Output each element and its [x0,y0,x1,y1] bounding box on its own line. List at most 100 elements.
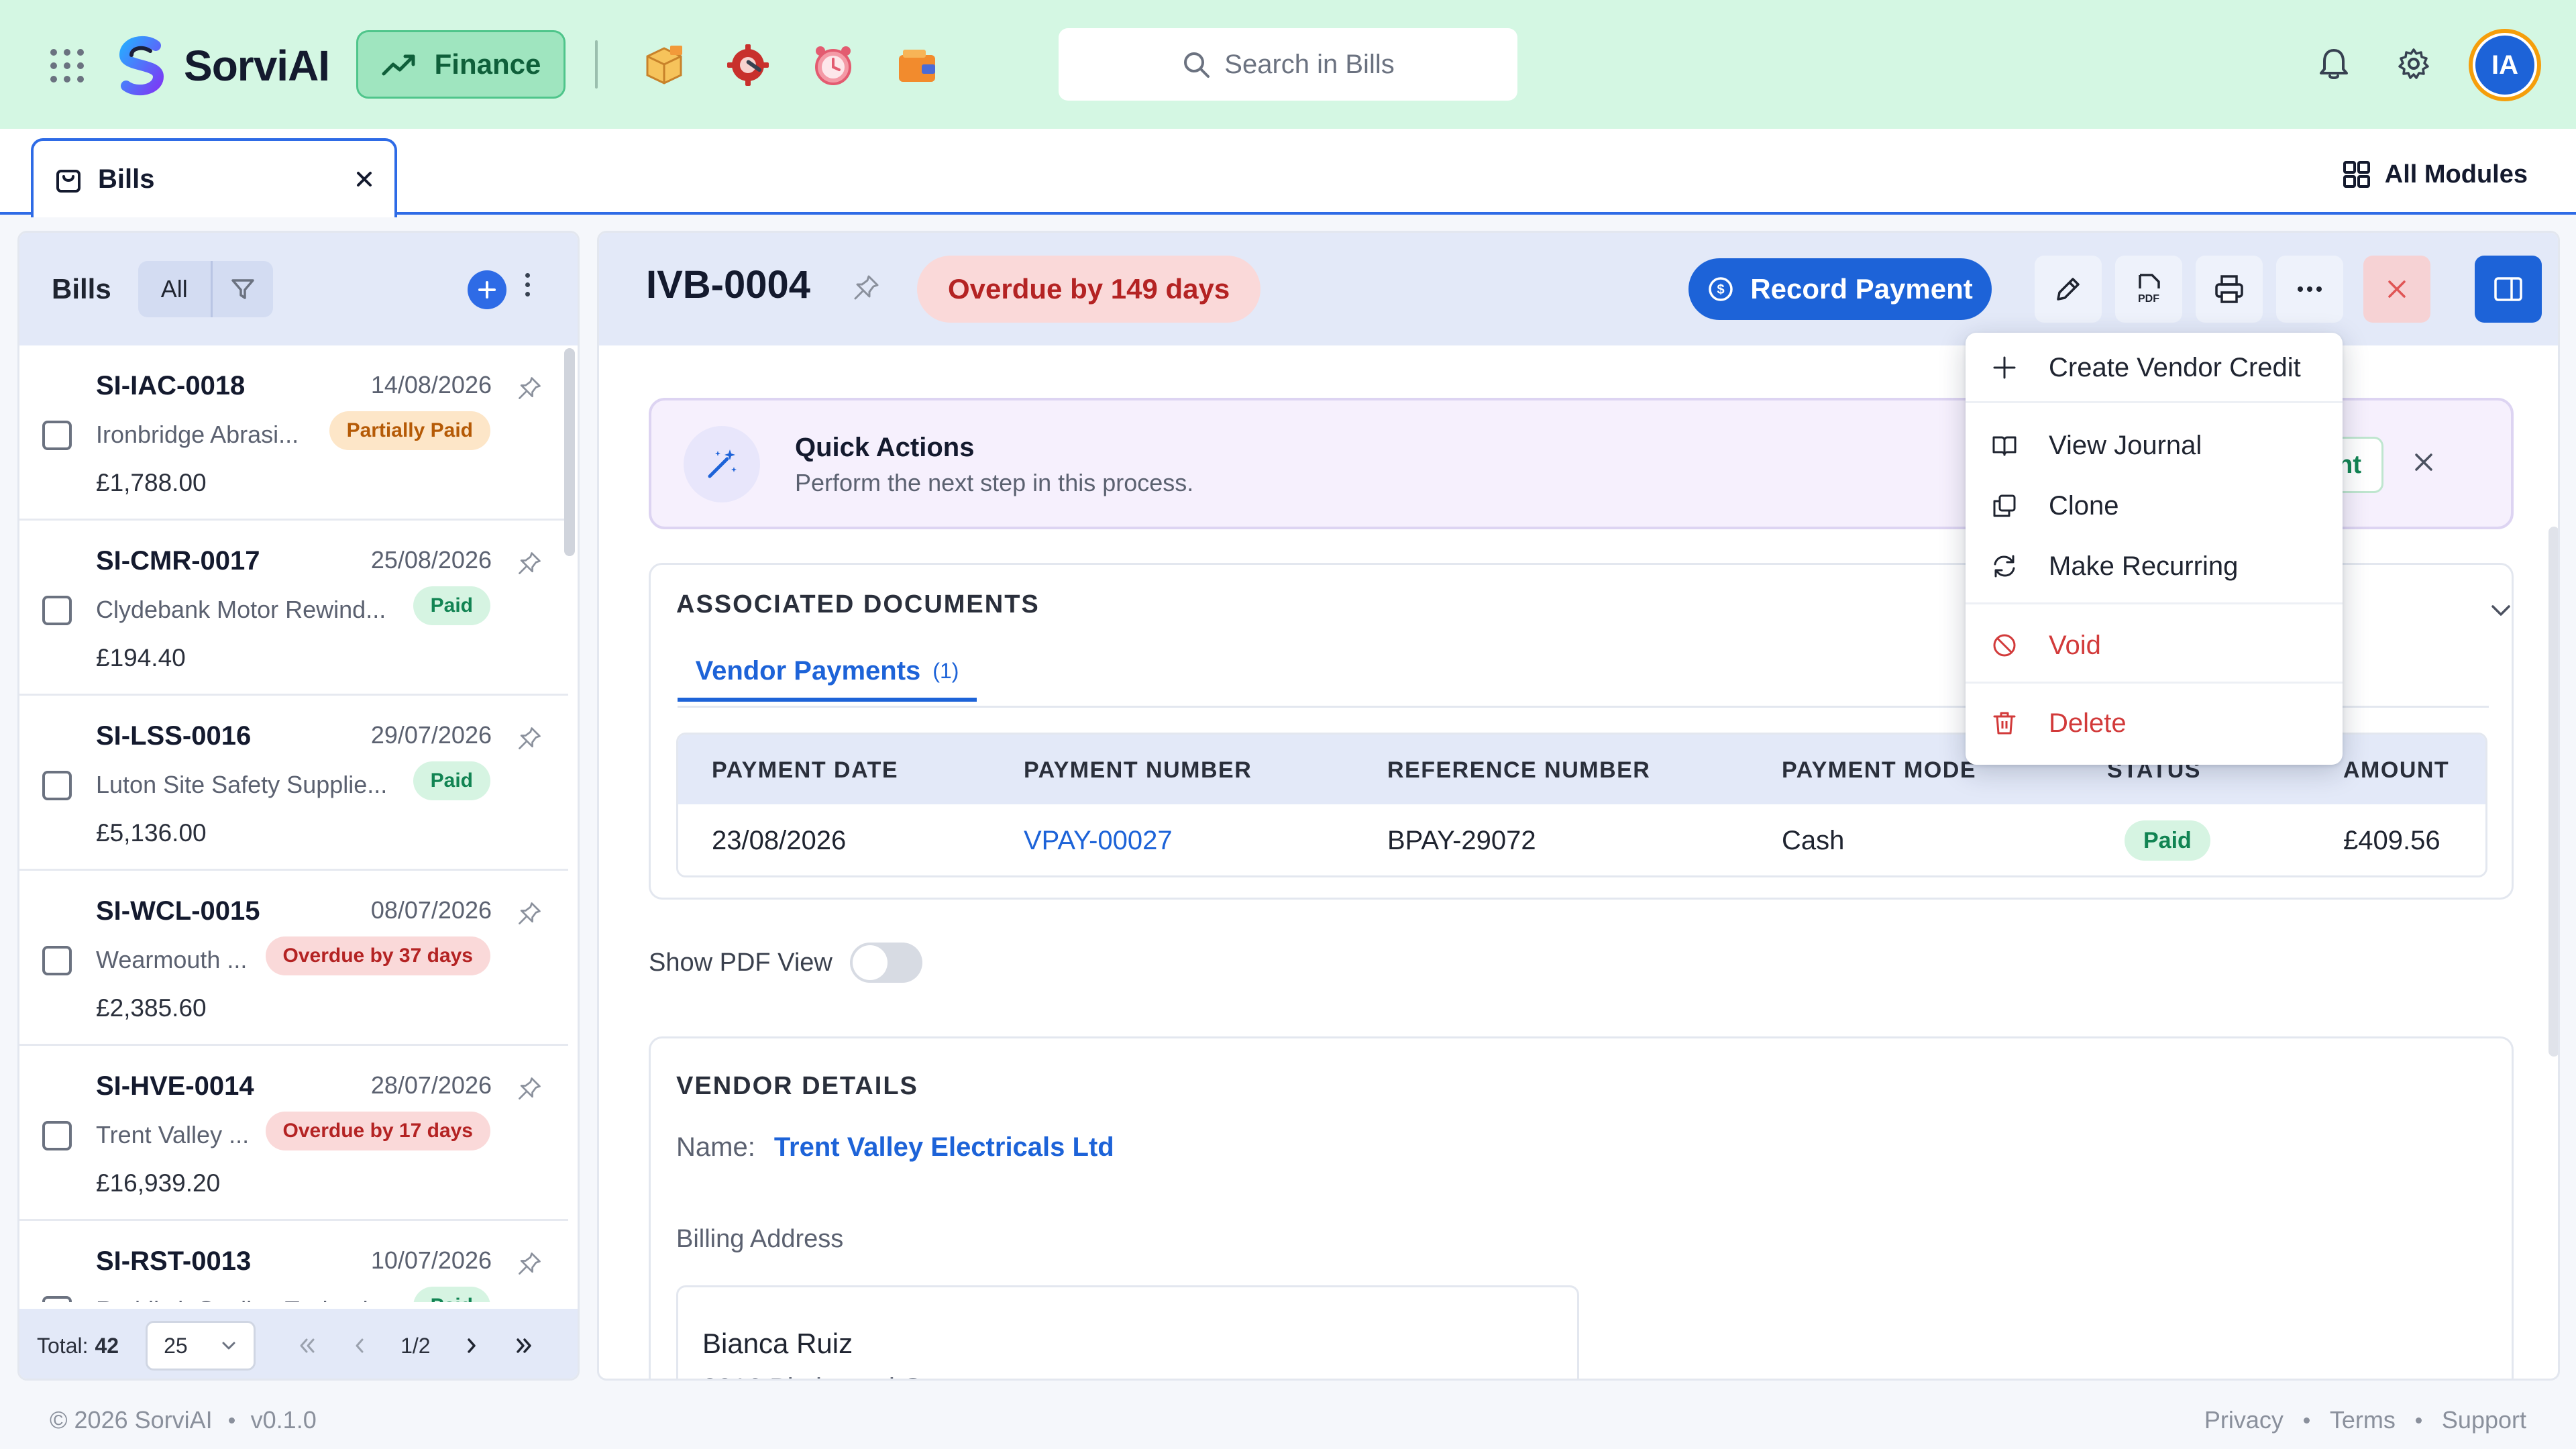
quick-actions-subtitle: Perform the next step in this process. [795,469,1194,496]
privacy-link[interactable]: Privacy [2204,1406,2284,1434]
app-launcher-icon[interactable] [48,47,86,85]
tab-bills[interactable]: Bills [31,138,397,217]
ellipsis-icon [2298,286,2322,292]
inventory-app-icon[interactable] [641,42,688,89]
maintenance-app-icon[interactable] [724,42,771,89]
more-actions-button[interactable] [2276,256,2343,323]
record-payment-button[interactable]: $ Record Payment [1688,258,1992,320]
support-link[interactable]: Support [2442,1406,2526,1434]
bill-vendor: Ironbridge Abrasi... [96,421,299,448]
bill-list-panel: Bills All SI-IAC-0018 14/08/2026 Ironbridg… [17,231,580,1381]
all-modules-button[interactable]: All Modules [2342,154,2528,195]
section-title: ASSOCIATED DOCUMENTS [676,590,1040,619]
logo-mark-icon [119,36,164,96]
app-logo[interactable]: SorviAI [111,35,330,97]
bill-list-item[interactable]: SI-RST-0013 10/07/2026 Redditch Sealing Te… [19,1221,568,1302]
tab-label: Vendor Payments [695,655,921,686]
collapse-chevron-icon[interactable] [2487,597,2514,624]
pin-icon[interactable] [516,900,543,927]
bill-number: SI-HVE-0014 [96,1071,254,1101]
pin-icon[interactable] [851,273,881,303]
menu-item-create-vendor-credit[interactable]: Create Vendor Credit [1966,337,2343,398]
bill-list-item[interactable]: SI-CMR-0017 25/08/2026 Clydebank Motor Rew… [19,521,568,696]
pin-icon[interactable] [516,1250,543,1277]
close-icon [2388,280,2406,298]
close-detail-button[interactable] [2363,256,2430,323]
bill-list-item[interactable]: SI-HVE-0014 28/07/2026 Trent Valley ... Ove… [19,1046,568,1221]
menu-item-void[interactable]: Void [1966,614,2343,676]
currency-circle-icon: $ [1709,277,1733,301]
menu-item-label: Make Recurring [2049,551,2239,581]
vendor-name-link[interactable]: Trent Valley Electricals Ltd [774,1132,1114,1163]
add-bill-button[interactable] [468,270,506,309]
footer-links: Privacy Terms Support [2204,1406,2526,1434]
close-tab-icon[interactable] [354,169,374,189]
bill-list-item[interactable]: SI-WCL-0015 08/07/2026 Wearmouth ... Overdu… [19,871,568,1046]
bill-checkbox[interactable] [42,946,72,975]
bill-checkbox[interactable] [42,596,72,625]
payment-number-link[interactable]: VPAY-00027 [1024,826,1173,856]
payment-mode-cell: Cash [1782,826,1845,855]
bill-checkbox[interactable] [42,771,72,800]
quick-actions-title: Quick Actions [795,433,975,462]
bill-number: SI-LSS-0016 [96,721,252,751]
dismiss-quick-actions-icon[interactable] [2410,449,2437,476]
bill-list-item[interactable]: SI-LSS-0016 29/07/2026 Luton Site Safety S… [19,696,568,871]
trending-up-icon [382,54,415,76]
user-avatar[interactable]: IA [2469,29,2541,101]
bill-vendor: Wearmouth ... [96,946,248,973]
print-button[interactable] [2196,256,2263,323]
bill-number: SI-WCL-0015 [96,896,260,926]
filter-all-button[interactable]: All [138,261,213,317]
edit-button[interactable] [2035,256,2102,323]
menu-item-delete[interactable]: Delete [1966,692,2343,754]
menu-item-make-recurring[interactable]: Make Recurring [1966,535,2343,597]
column-header: PAYMENT MODE [1782,757,1977,783]
previous-page-icon[interactable] [348,1334,371,1357]
all-modules-label: All Modules [2384,160,2528,189]
filter-funnel-icon[interactable] [213,276,273,302]
table-row[interactable]: 23/08/2026 VPAY-00027 BPAY-29072 Cash Pa… [678,804,2485,875]
vendor-name-label: Name: [676,1132,755,1162]
bill-date: 29/07/2026 [370,721,492,749]
pin-icon[interactable] [516,550,543,577]
list-more-icon[interactable] [525,273,530,297]
first-page-icon[interactable] [296,1334,319,1357]
menu-item-clone[interactable]: Clone [1966,475,2343,537]
bill-amount: £2,385.60 [96,994,207,1022]
bill-vendor: Redditch Sealing Technol... [96,1296,388,1302]
next-page-icon[interactable] [460,1334,483,1357]
time-tracking-app-icon[interactable] [810,42,857,89]
detail-scrollbar[interactable] [2548,527,2558,1057]
pin-icon[interactable] [516,1075,543,1102]
overdue-status-badge: Overdue by 149 days [917,256,1261,323]
pin-icon[interactable] [516,725,543,752]
detail-header: IVB-0004 Overdue by 149 days $ Record Pa… [599,233,2558,345]
module-switcher-button[interactable]: Finance [356,30,566,99]
menu-item-view-journal[interactable]: View Journal [1966,415,2343,476]
wallet-app-icon[interactable] [894,42,941,89]
menu-item-label: Clone [2049,490,2119,521]
bill-checkbox[interactable] [42,421,72,450]
tab-vendor-payments[interactable]: Vendor Payments (1) [678,644,977,702]
payment-date-cell: 23/08/2026 [712,826,847,855]
show-pdf-toggle[interactable] [849,943,922,983]
bill-checkbox[interactable] [42,1296,72,1302]
last-page-icon[interactable] [513,1334,535,1357]
download-pdf-button[interactable]: PDF [2115,256,2182,323]
list-scrollbar[interactable] [564,348,575,556]
tab-label: Bills [98,164,155,194]
settings-gear-icon[interactable] [2390,40,2437,87]
pin-icon[interactable] [516,375,543,402]
bill-list-item[interactable]: SI-IAC-0018 14/08/2026 Ironbridge Abrasi..… [19,345,568,521]
page-size-select[interactable]: 25 [146,1321,256,1371]
search-input[interactable]: Search in Bills [1059,28,1517,101]
terms-link[interactable]: Terms [2330,1406,2396,1434]
toggle-sidebar-button[interactable] [2475,256,2542,323]
bill-number: SI-RST-0013 [96,1246,252,1276]
bill-amount: £5,136.00 [96,819,207,847]
notifications-bell-icon[interactable] [2310,40,2357,87]
bill-checkbox[interactable] [42,1121,72,1150]
bill-list: SI-IAC-0018 14/08/2026 Ironbridge Abrasi..… [19,345,568,1302]
record-payment-label: Record Payment [1750,273,1973,305]
